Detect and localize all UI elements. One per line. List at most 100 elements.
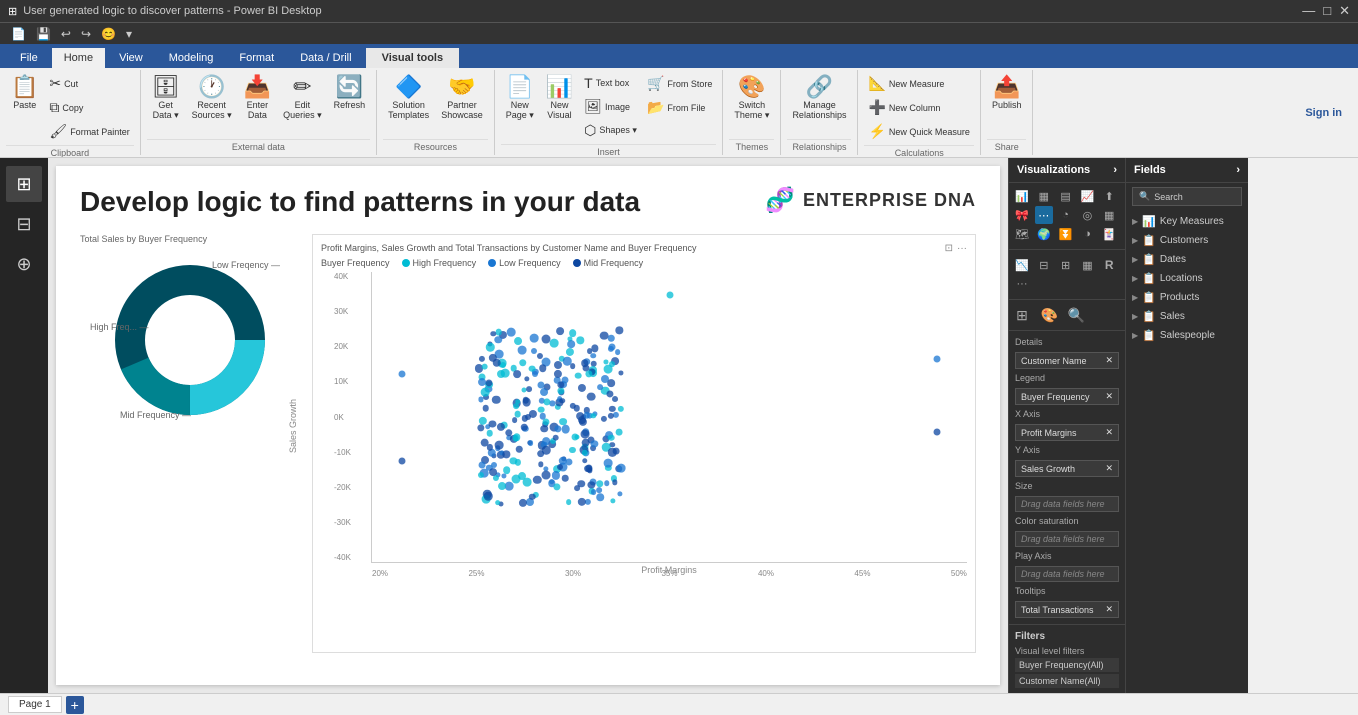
undo-btn[interactable]: ↩	[58, 26, 74, 42]
shapes-button[interactable]: ⬡ Shapes ▾	[580, 119, 641, 142]
recent-sources-button[interactable]: 🕐 RecentSources ▾	[187, 72, 237, 125]
field-group-header-dates[interactable]: ▶ 📋 Dates	[1126, 250, 1248, 269]
viz-kpi-btn[interactable]: 📉	[1013, 256, 1031, 274]
viz-play-axis-placeholder[interactable]: Drag data fields here	[1015, 566, 1119, 582]
viz-yaxis-value[interactable]: Sales Growth ✕	[1015, 460, 1119, 477]
edit-queries-button[interactable]: ✏ EditQueries ▾	[278, 72, 327, 125]
viz-fields-btn[interactable]: ⊞	[1013, 306, 1031, 324]
manage-relationships-button[interactable]: 🔗 ManageRelationships	[787, 72, 851, 124]
field-group-customers[interactable]: ▶ 📋 Customers	[1126, 231, 1248, 250]
solution-templates-button[interactable]: 🔷 SolutionTemplates	[383, 72, 434, 124]
viz-bar-cluster-btn[interactable]: ▤	[1057, 187, 1075, 205]
viz-line-chart-btn[interactable]: 📈	[1078, 187, 1096, 205]
viz-format-btn[interactable]: 🎨	[1040, 306, 1058, 324]
copy-button[interactable]: ⧉ Copy	[45, 96, 133, 119]
add-page-button[interactable]: +	[66, 696, 84, 714]
tab-home[interactable]: Home	[52, 48, 105, 68]
fields-expand-icon[interactable]: ›	[1236, 164, 1240, 176]
viz-funnel-btn[interactable]: ⏬	[1057, 225, 1075, 243]
qa-dropdown-btn[interactable]: ▾	[123, 26, 135, 42]
switch-theme-button[interactable]: 🎨 SwitchTheme ▾	[729, 72, 774, 125]
viz-xaxis-value[interactable]: Profit Margins ✕	[1015, 424, 1119, 441]
viz-card-btn[interactable]: 🃏	[1100, 225, 1118, 243]
field-group-header-salespeople[interactable]: ▶ 📋 Salespeople	[1126, 326, 1248, 345]
scatter-menu-btn[interactable]: ···	[957, 243, 967, 254]
viz-more-btn[interactable]: ···	[1013, 275, 1031, 293]
title-bar-controls[interactable]: — □ ✕	[1302, 3, 1350, 19]
viz-scatter-btn active[interactable]: ⋯	[1035, 206, 1053, 224]
viz-ribbon-btn[interactable]: 🎀	[1013, 206, 1031, 224]
viz-slicer-btn[interactable]: ⊟	[1035, 256, 1053, 274]
get-data-button[interactable]: 🗄 GetData ▾	[147, 72, 185, 125]
viz-r-btn[interactable]: R	[1100, 256, 1118, 274]
viz-legend-value[interactable]: Buyer Frequency ✕	[1015, 388, 1119, 405]
filter-customer-name[interactable]: Customer Name(All)	[1015, 674, 1119, 688]
tab-file[interactable]: File	[8, 48, 50, 68]
viz-stacked-bar-btn[interactable]: ▦	[1035, 187, 1053, 205]
sidebar-model-icon[interactable]: ⊕	[6, 246, 42, 282]
fields-search-box[interactable]: 🔍 Search	[1132, 187, 1242, 206]
viz-matrix-btn[interactable]: ▦	[1078, 256, 1096, 274]
viz-donut-btn[interactable]: ◎	[1078, 206, 1096, 224]
maximize-btn[interactable]: □	[1323, 3, 1331, 19]
new-visual-button[interactable]: 📊 NewVisual	[541, 72, 578, 124]
viz-analytics-btn[interactable]: 🔍	[1068, 306, 1086, 324]
publish-button[interactable]: 📤 Publish	[987, 72, 1027, 114]
viz-filled-map-btn[interactable]: 🌍	[1035, 225, 1053, 243]
tab-data-drill[interactable]: Data / Drill	[288, 48, 363, 68]
field-group-key-measures[interactable]: ▶ 📊 Key Measures	[1126, 212, 1248, 231]
from-store-button[interactable]: 🛒 From Store	[643, 72, 716, 95]
sidebar-report-icon[interactable]: ⊞	[6, 166, 42, 202]
paste-button[interactable]: 📋 Paste	[6, 72, 43, 114]
viz-treemap-btn[interactable]: ▦	[1100, 206, 1118, 224]
partner-showcase-button[interactable]: 🤝 PartnerShowcase	[436, 72, 488, 124]
viz-bar-chart-btn[interactable]: 📊	[1013, 187, 1031, 205]
image-button[interactable]: 🖼 Image	[580, 95, 641, 118]
scatter-maximize-btn[interactable]: ⊡	[945, 243, 953, 254]
new-page-button[interactable]: 📄 NewPage ▾	[501, 72, 539, 125]
tab-format[interactable]: Format	[227, 48, 286, 68]
field-group-header-customers[interactable]: ▶ 📋 Customers	[1126, 231, 1248, 250]
refresh-button[interactable]: 🔄 Refresh	[329, 72, 371, 114]
field-group-header-locations[interactable]: ▶ 📋 Locations	[1126, 269, 1248, 288]
tab-visual-tools[interactable]: Visual tools	[366, 46, 460, 68]
page-1-tab[interactable]: Page 1	[8, 696, 62, 713]
redo-btn[interactable]: ↪	[78, 26, 94, 42]
text-box-button[interactable]: T Text box	[580, 72, 641, 94]
format-painter-button[interactable]: 🖌 Format Painter	[45, 120, 133, 143]
sidebar-data-icon[interactable]: ⊟	[6, 206, 42, 242]
field-group-products[interactable]: ▶ 📋 Products	[1126, 288, 1248, 307]
field-group-header-products[interactable]: ▶ 📋 Products	[1126, 288, 1248, 307]
field-group-locations[interactable]: ▶ 📋 Locations	[1126, 269, 1248, 288]
viz-gauge-btn[interactable]: ◑	[1078, 225, 1096, 243]
field-group-salespeople[interactable]: ▶ 📋 Salespeople	[1126, 326, 1248, 345]
sign-in-button[interactable]: Sign in	[1289, 70, 1358, 155]
save-btn[interactable]: 💾	[33, 26, 54, 42]
viz-tooltips-value[interactable]: Total Transactions ✕	[1015, 601, 1119, 618]
file-menu-btn[interactable]: 📄	[8, 26, 29, 42]
viz-expand-icon[interactable]: ›	[1113, 164, 1117, 176]
emoji-btn[interactable]: 😊	[98, 26, 119, 42]
field-group-sales[interactable]: ▶ 📋 Sales	[1126, 307, 1248, 326]
field-group-dates[interactable]: ▶ 📋 Dates	[1126, 250, 1248, 269]
field-group-header-sales[interactable]: ▶ 📋 Sales	[1126, 307, 1248, 326]
new-measure-button[interactable]: 📐 New Measure	[864, 72, 973, 95]
cut-button[interactable]: ✂ Cut	[45, 72, 133, 95]
viz-map-btn[interactable]: 🗺	[1013, 225, 1031, 243]
viz-details-value[interactable]: Customer Name ✕	[1015, 352, 1119, 369]
viz-table-btn[interactable]: ⊞	[1057, 256, 1075, 274]
viz-pie-btn[interactable]: ◔	[1057, 206, 1075, 224]
viz-color-placeholder[interactable]: Drag data fields here	[1015, 531, 1119, 547]
tab-modeling[interactable]: Modeling	[157, 48, 226, 68]
from-file-button[interactable]: 📂 From File	[643, 96, 716, 119]
close-btn[interactable]: ✕	[1339, 3, 1350, 19]
viz-size-placeholder[interactable]: Drag data fields here	[1015, 496, 1119, 512]
new-quick-measure-button[interactable]: ⚡ New Quick Measure	[864, 120, 973, 143]
viz-area-chart-btn[interactable]: ⬆	[1100, 187, 1118, 205]
new-column-button[interactable]: ➕ New Column	[864, 96, 973, 119]
minimize-btn[interactable]: —	[1302, 3, 1315, 19]
field-group-header-key-measures[interactable]: ▶ 📊 Key Measures	[1126, 212, 1248, 231]
filter-buyer-freq[interactable]: Buyer Frequency(All)	[1015, 658, 1119, 672]
enter-data-button[interactable]: 📥 EnterData	[239, 72, 276, 124]
tab-view[interactable]: View	[107, 48, 155, 68]
